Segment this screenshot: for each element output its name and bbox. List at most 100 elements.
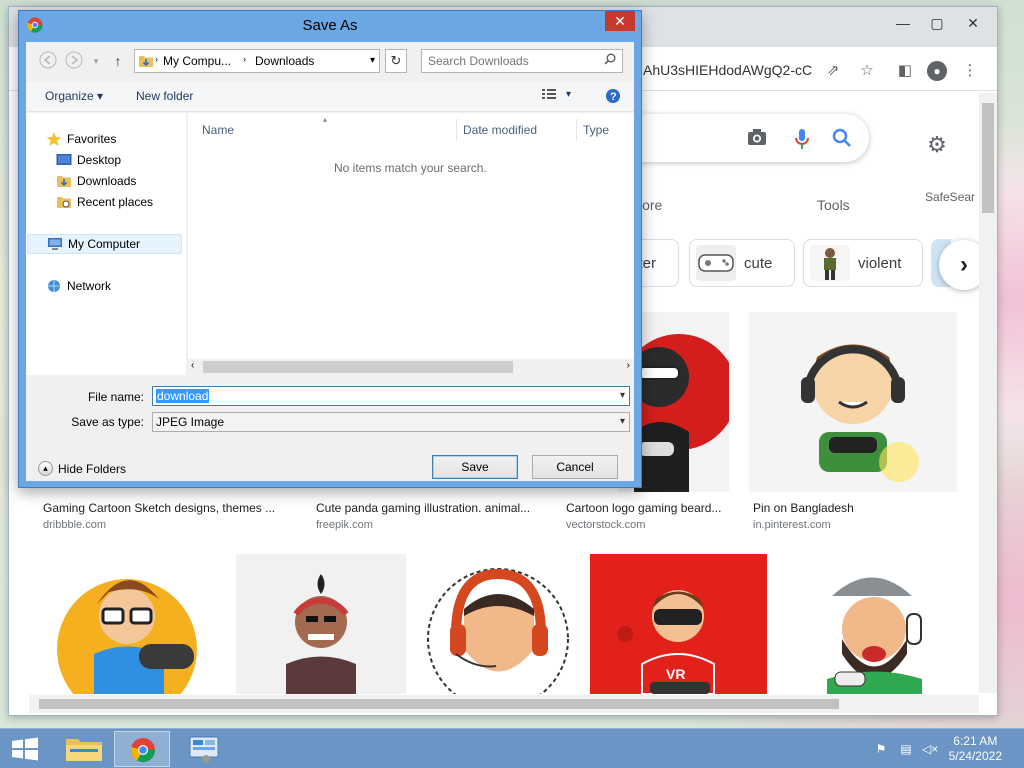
maximize-button[interactable]: ▢	[923, 13, 951, 33]
url-text[interactable]: AhU3sHIEHdodAWgQ2-cC	[643, 62, 812, 78]
menu-dots-icon[interactable]: ⋮	[960, 61, 980, 81]
address-segment[interactable]: Downloads	[255, 54, 314, 68]
up-arrow-icon[interactable]: ↑	[108, 51, 128, 71]
tab-safesearch[interactable]: SafeSear	[925, 190, 975, 204]
search-field[interactable]	[421, 49, 623, 73]
new-folder-button[interactable]: New folder	[136, 89, 193, 103]
file-name-label: File name:	[87, 390, 144, 404]
result-image[interactable]	[426, 554, 571, 694]
chip-cute[interactable]: cute	[689, 239, 795, 287]
hide-folders-button[interactable]: ▴ Hide Folders	[38, 461, 126, 476]
result-caption[interactable]: Cartoon logo gaming beard...	[566, 501, 731, 515]
search-icon[interactable]	[831, 128, 853, 150]
windows-start-icon[interactable]	[0, 731, 50, 767]
nav-favorites[interactable]: Favorites	[46, 129, 116, 149]
result-image[interactable]	[749, 312, 957, 492]
chip-label: violent	[858, 254, 902, 272]
search-icon[interactable]	[604, 53, 616, 68]
address-segment[interactable]: My Compu...	[163, 54, 231, 68]
save-button[interactable]: Save	[432, 455, 518, 479]
result-image[interactable]: VR	[590, 554, 767, 694]
save-type-value: JPEG Image	[156, 415, 225, 429]
column-type[interactable]: Type	[583, 123, 609, 137]
bookmark-star-icon[interactable]: ☆	[857, 61, 877, 81]
controller-thumbnail	[696, 245, 736, 281]
control-panel-icon[interactable]	[176, 731, 232, 767]
tab-tools[interactable]: Tools	[817, 197, 850, 213]
view-dropdown-icon[interactable]: ▾	[566, 89, 571, 100]
navigation-pane: Favorites Desktop Downloads Recent place…	[26, 113, 186, 375]
close-button[interactable]: ✕	[959, 13, 987, 33]
refresh-icon[interactable]: ↻	[385, 49, 407, 73]
sort-arrow-icon: ▴	[323, 115, 328, 124]
nav-network[interactable]: Network	[46, 276, 111, 296]
nav-desktop[interactable]: Desktop	[56, 150, 121, 170]
empty-message: No items match your search.	[334, 161, 487, 175]
folder-icon	[56, 174, 72, 188]
star-icon	[46, 132, 62, 146]
nav-recent-places[interactable]: Recent places	[56, 192, 153, 212]
dialog-body: ▾ ↑ › My Compu... › Downloads ▾ ↻ Organi…	[26, 42, 634, 481]
save-type-select[interactable]: JPEG Image ▾	[152, 412, 630, 432]
save-type-label: Save as type:	[71, 415, 144, 429]
action-center-icon[interactable]: ⚑	[873, 741, 889, 757]
result-source: vectorstock.com	[566, 519, 646, 531]
view-icon[interactable]	[541, 87, 557, 104]
desktop-icon	[56, 153, 72, 167]
taskbar: ⚑ ▤ ◁× 6:21 AM 5/24/2022	[0, 728, 1024, 768]
network-tray-icon[interactable]: ▤	[898, 741, 914, 757]
result-image[interactable]	[39, 554, 216, 694]
camera-icon[interactable]	[746, 128, 768, 150]
computer-icon	[47, 237, 63, 251]
share-icon[interactable]: ⇗	[823, 61, 843, 81]
help-icon[interactable]: ?	[605, 88, 621, 107]
cancel-button[interactable]: Cancel	[532, 455, 618, 479]
chevron-up-icon: ▴	[38, 461, 53, 476]
forward-arrow-icon[interactable]	[64, 51, 84, 71]
search-input[interactable]	[428, 51, 598, 71]
result-caption[interactable]: Gaming Cartoon Sketch designs, themes ..…	[43, 501, 293, 515]
file-list-scrollbar[interactable]: ‹ ›	[188, 359, 634, 375]
volume-muted-icon[interactable]: ◁×	[922, 741, 938, 757]
column-date-modified[interactable]: Date modified	[463, 123, 537, 137]
result-image[interactable]	[236, 554, 406, 694]
vertical-scrollbar[interactable]	[979, 93, 997, 693]
clock-time: 6:21 AM	[953, 734, 998, 748]
command-bar: Organize ▾ New folder ▾ ?	[26, 82, 634, 112]
chevron-down-icon[interactable]: ▾	[620, 413, 625, 431]
recent-places-icon	[56, 195, 72, 209]
nav-my-computer[interactable]: My Computer	[27, 234, 182, 254]
chrome-taskbar-icon[interactable]	[114, 731, 170, 767]
close-icon[interactable]: ✕	[605, 11, 635, 31]
organize-button[interactable]: Organize ▾	[45, 89, 103, 103]
result-image[interactable]	[787, 554, 957, 694]
dialog-title: Save As	[302, 17, 358, 34]
clock-date: 5/24/2022	[948, 749, 1002, 763]
nav-downloads[interactable]: Downloads	[56, 171, 136, 191]
sidepanel-icon[interactable]: ◧	[895, 61, 915, 81]
address-bar[interactable]: › My Compu... › Downloads ▾	[134, 49, 380, 73]
chevron-down-icon[interactable]: ▾	[620, 387, 625, 405]
profile-avatar-icon[interactable]: ●	[927, 61, 947, 81]
result-caption[interactable]: Pin on Bangladesh	[753, 501, 953, 515]
network-icon	[46, 279, 62, 293]
google-search-box[interactable]	[619, 114, 869, 162]
back-arrow-icon[interactable]	[38, 51, 58, 71]
result-caption[interactable]: Cute panda gaming illustration. animal..…	[316, 501, 541, 515]
file-explorer-icon[interactable]	[56, 731, 112, 767]
file-name-value[interactable]: download	[156, 389, 210, 403]
file-name-field[interactable]: download ▾	[152, 386, 630, 406]
mic-icon[interactable]	[791, 128, 813, 150]
clock[interactable]: 6:21 AM 5/24/2022	[949, 734, 1002, 764]
folder-icon	[138, 54, 154, 68]
column-name[interactable]: Name	[202, 123, 234, 137]
chevron-down-icon[interactable]: ▾	[370, 55, 375, 66]
result-source: in.pinterest.com	[753, 519, 831, 531]
minimize-button[interactable]: —	[889, 13, 917, 33]
gear-icon[interactable]: ⚙	[926, 134, 948, 156]
chip-violent[interactable]: violent	[803, 239, 923, 287]
recent-locations-icon[interactable]: ▾	[86, 51, 106, 71]
svg-text:VR: VR	[666, 666, 685, 682]
horizontal-scrollbar[interactable]	[29, 695, 979, 713]
tab-more[interactable]: lore	[639, 197, 662, 213]
